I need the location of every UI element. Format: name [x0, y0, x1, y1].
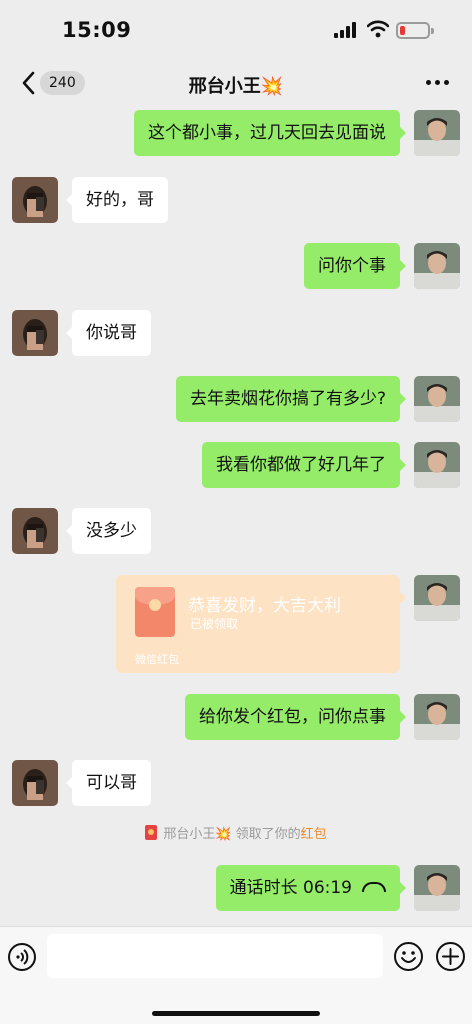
red-packet-icon [145, 825, 158, 840]
contact-message-bubble[interactable]: 没多少 [66, 508, 151, 554]
my-message-bubble[interactable]: 去年卖烟花你搞了有多少? [175, 376, 407, 422]
my-avatar[interactable] [414, 575, 460, 621]
my-avatar[interactable] [414, 694, 460, 740]
contact-message-bubble[interactable]: 你说哥 [66, 310, 151, 356]
chat-header: 240 邢台小王💥 [0, 60, 472, 106]
contact-message-bubble[interactable]: 好的，哥 [66, 177, 168, 223]
contact-avatar[interactable] [12, 760, 58, 806]
contact-avatar[interactable] [12, 310, 58, 356]
red-packet-status: 已被领取 [190, 617, 239, 631]
notice-name: 邢台小王💥 [163, 827, 232, 842]
message-row: 恭喜发财，大吉大利 已被领取 微信红包 [0, 575, 472, 673]
battery-icon [396, 22, 434, 39]
my-message-bubble[interactable]: 这个都小事，过几天回去见面说 [134, 110, 406, 156]
system-notice: 邢台小王💥 领取了你的红包 [0, 823, 472, 842]
my-message-bubble[interactable]: 给你发个红包，问你点事 [185, 694, 406, 740]
plus-icon[interactable] [435, 941, 466, 972]
signal-icon [334, 22, 360, 38]
red-packet-icon [135, 587, 175, 637]
wifi-icon [367, 20, 389, 38]
input-bar [0, 926, 472, 1024]
my-avatar[interactable] [414, 376, 460, 422]
home-indicator [152, 1011, 320, 1016]
my-avatar[interactable] [414, 110, 460, 156]
my-avatar[interactable] [414, 442, 460, 488]
red-packet-card[interactable]: 恭喜发财，大吉大利 已被领取 微信红包 [116, 575, 406, 673]
voice-icon[interactable] [7, 942, 37, 972]
my-avatar[interactable] [414, 865, 460, 911]
call-record-bubble[interactable]: 通话时长 06:19 [215, 865, 407, 911]
message-input[interactable] [47, 934, 383, 978]
my-message-bubble[interactable]: 问你个事 [304, 243, 406, 289]
notice-red-packet-link[interactable]: 红包 [301, 827, 327, 842]
contact-avatar[interactable] [12, 177, 58, 223]
contact-message-bubble[interactable]: 可以哥 [66, 760, 151, 806]
status-time: 15:09 [62, 18, 132, 42]
emoji-icon[interactable] [393, 941, 424, 972]
call-duration: 通话时长 06:19 [229, 878, 352, 898]
call-icon [362, 882, 386, 892]
contact-avatar[interactable] [12, 508, 58, 554]
notice-text: 领取了你的 [235, 827, 301, 842]
status-bar: 15:09 [0, 0, 472, 60]
red-packet-title: 恭喜发财，大吉大利 [188, 596, 341, 616]
chat-title: 邢台小王💥 [188, 76, 284, 97]
my-message-bubble[interactable]: 我看你都做了好几年了 [202, 442, 406, 488]
more-dots-icon[interactable] [426, 80, 450, 86]
red-packet-footer: 微信红包 [135, 653, 179, 666]
my-avatar[interactable] [414, 243, 460, 289]
